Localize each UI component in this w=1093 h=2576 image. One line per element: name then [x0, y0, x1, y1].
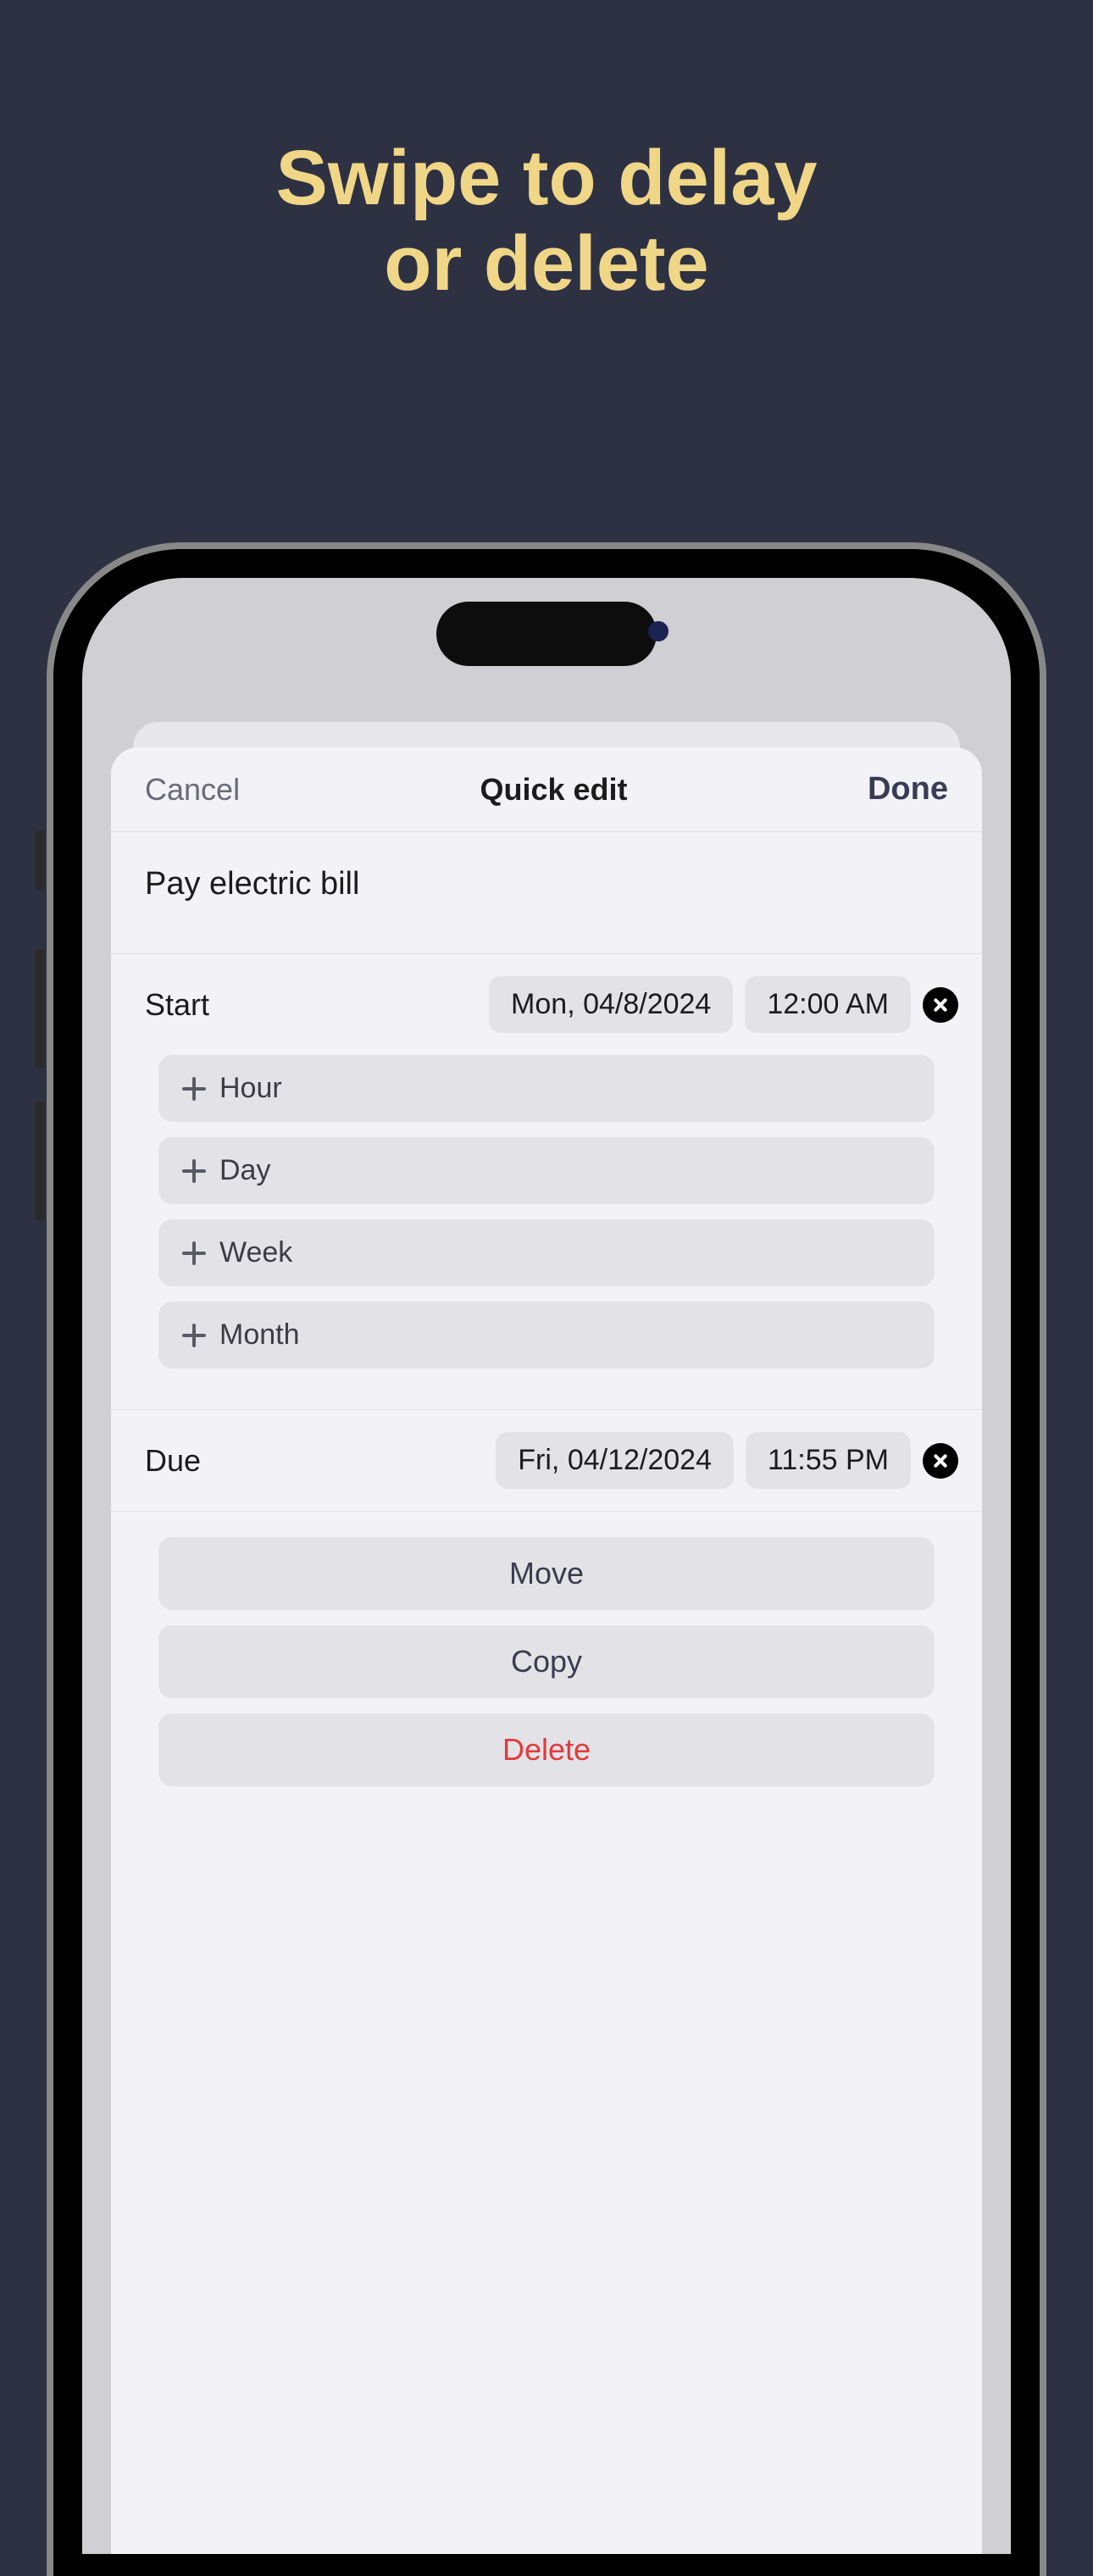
add-month-label: Month — [219, 1319, 300, 1352]
side-button — [35, 830, 45, 890]
start-row: Start Mon, 04/8/2024 12:00 AM — [111, 954, 982, 1055]
add-day-label: Day — [219, 1154, 270, 1187]
add-week-button[interactable]: Week — [158, 1219, 935, 1286]
task-actions: Move Copy Delete — [111, 1512, 982, 1827]
move-button[interactable]: Move — [158, 1537, 935, 1610]
add-month-button[interactable]: Month — [158, 1302, 935, 1368]
clear-start-icon[interactable] — [923, 987, 958, 1023]
start-label: Start — [145, 987, 209, 1023]
camera-dot — [648, 621, 669, 641]
due-label: Due — [145, 1443, 201, 1479]
plus-icon — [182, 1159, 206, 1183]
modal-title: Quick edit — [480, 772, 628, 808]
plus-icon — [182, 1241, 206, 1265]
delete-button[interactable]: Delete — [158, 1713, 935, 1786]
task-title-field[interactable]: Pay electric bill — [111, 832, 982, 954]
phone-screen: Cancel Quick edit Done Pay electric bill… — [82, 578, 1011, 2576]
promo-line-2: or delete — [0, 221, 1093, 307]
volume-up-button — [35, 949, 45, 1068]
promo-line-1: Swipe to delay — [0, 136, 1093, 221]
due-date-chip[interactable]: Fri, 04/12/2024 — [496, 1432, 734, 1489]
due-time-chip[interactable]: 11:55 PM — [746, 1432, 911, 1489]
task-title-text: Pay electric bill — [145, 866, 359, 902]
start-time-chip[interactable]: 12:00 AM — [745, 976, 911, 1033]
plus-icon — [182, 1324, 206, 1347]
start-date-chip[interactable]: Mon, 04/8/2024 — [489, 976, 733, 1033]
cancel-button[interactable]: Cancel — [145, 772, 240, 808]
copy-button[interactable]: Copy — [158, 1625, 935, 1698]
due-row: Due Fri, 04/12/2024 11:55 PM — [111, 1410, 982, 1511]
add-hour-button[interactable]: Hour — [158, 1055, 935, 1122]
done-button[interactable]: Done — [868, 771, 948, 808]
add-duration-buttons: Hour Day Week Month — [111, 1055, 982, 1409]
add-day-button[interactable]: Day — [158, 1137, 935, 1204]
add-week-label: Week — [219, 1236, 292, 1269]
phone-mockup: Cancel Quick edit Done Pay electric bill… — [47, 542, 1046, 2576]
dynamic-island — [436, 602, 657, 666]
modal-header: Cancel Quick edit Done — [111, 747, 982, 832]
clear-due-icon[interactable] — [923, 1443, 958, 1479]
promo-headline: Swipe to delay or delete — [0, 0, 1093, 307]
plus-icon — [182, 1077, 206, 1101]
add-hour-label: Hour — [219, 1072, 282, 1105]
volume-down-button — [35, 1102, 45, 1220]
quick-edit-modal: Cancel Quick edit Done Pay electric bill… — [111, 747, 982, 2576]
